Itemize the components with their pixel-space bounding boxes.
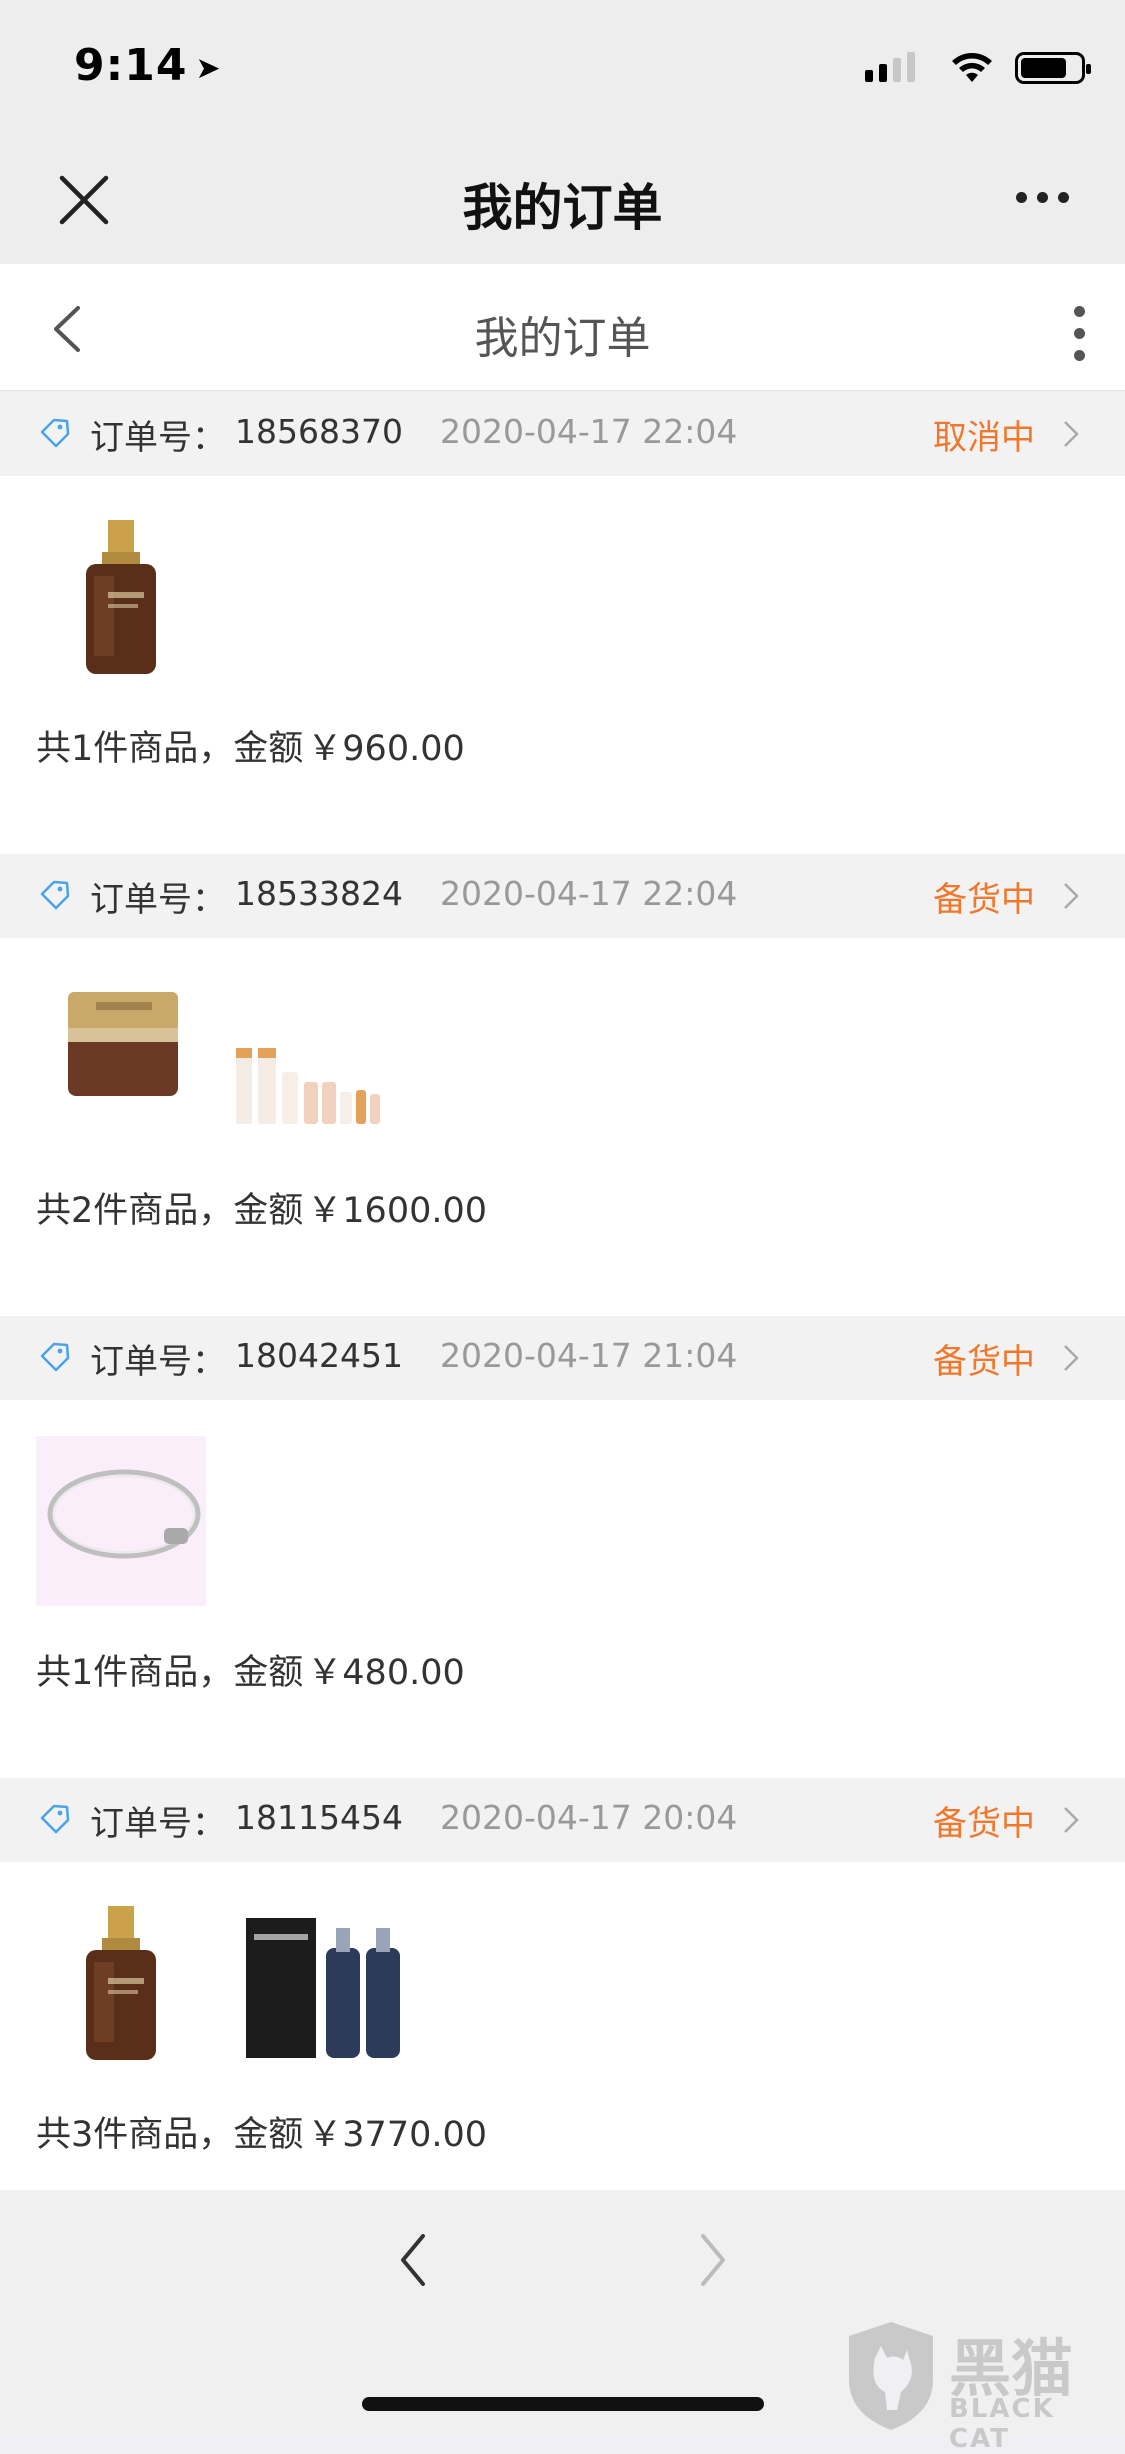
order-card[interactable]: 订单号： 18568370 2020-04-17 22:04 取消中 共1件商品… (0, 392, 1125, 854)
order-header[interactable]: 订单号： 18115454 2020-04-17 20:04 备货中 (0, 1778, 1125, 1862)
chevron-right-icon (1064, 421, 1079, 447)
order-body[interactable]: 共1件商品，金额 ￥960.00 (0, 476, 1125, 854)
order-date: 2020-04-17 22:04 (440, 412, 738, 451)
back-arrow-icon[interactable] (395, 2230, 431, 2290)
forward-arrow-icon[interactable] (695, 2230, 731, 2290)
product-thumbnails (36, 1898, 416, 2068)
home-indicator[interactable] (362, 2397, 764, 2411)
order-body[interactable]: 共2件商品，金额 ￥1600.00 (0, 938, 1125, 1316)
lancome-box-set-image[interactable] (226, 1898, 416, 2068)
vertical-more-icon[interactable] (1074, 306, 1085, 361)
chevron-right-icon (1064, 1807, 1079, 1833)
order-header[interactable]: 订单号： 18568370 2020-04-17 22:04 取消中 (0, 392, 1125, 476)
order-number-label: 订单号： (90, 1342, 226, 1382)
order-header[interactable]: 订单号： 18042451 2020-04-17 21:04 备货中 (0, 1316, 1125, 1400)
order-amount: ￥1600.00 (307, 1191, 488, 1231)
order-card[interactable]: 订单号： 18533824 2020-04-17 22:04 备货中 共2件商品… (0, 854, 1125, 1316)
order-status: 备货中 (933, 880, 1035, 920)
order-amount: ￥480.00 (307, 1653, 465, 1693)
product-thumbnails (36, 512, 206, 682)
order-body[interactable]: 共1件商品，金额 ￥480.00 (0, 1400, 1125, 1778)
order-number: 18568370 (235, 412, 403, 451)
order-card[interactable]: 订单号： 18115454 2020-04-17 20:04 备货中 共3件商品… (0, 1778, 1125, 2240)
order-status: 备货中 (933, 1342, 1035, 1382)
order-header[interactable]: 订单号： 18533824 2020-04-17 22:04 备货中 (0, 854, 1125, 938)
order-status: 取消中 (933, 418, 1035, 458)
order-date: 2020-04-17 20:04 (440, 1798, 738, 1837)
page-title: 我的订单 (474, 313, 651, 364)
tag-icon (40, 1804, 70, 1834)
silver-bracelet-image[interactable] (36, 1436, 206, 1606)
order-number: 18115454 (235, 1798, 403, 1837)
order-body[interactable]: 共3件商品，金额 ￥3770.00 (0, 1862, 1125, 2240)
skincare-set-image[interactable] (226, 974, 396, 1144)
cellular-signal-icon (865, 52, 915, 82)
wechat-title: 我的订单 (462, 179, 663, 237)
status-bar: 9:14 ➤ (0, 0, 1125, 132)
page-nav-bar: 我的订单 (0, 264, 1125, 391)
order-number: 18042451 (235, 1336, 403, 1375)
order-number: 18533824 (235, 874, 403, 913)
chevron-right-icon (1064, 1345, 1079, 1371)
watermark: 黑猫 BLACK CAT (841, 2318, 1111, 2454)
order-card[interactable]: 订单号： 18042451 2020-04-17 21:04 备货中 共1件商品… (0, 1316, 1125, 1778)
order-list: 订单号： 18568370 2020-04-17 22:04 取消中 共1件商品… (0, 392, 1125, 2240)
order-summary: 共2件商品，金额 ￥1600.00 (36, 1191, 488, 1231)
black-cat-logo-icon (849, 2322, 933, 2430)
product-thumbnails (36, 1436, 206, 1606)
serum-bottle-image[interactable] (36, 512, 206, 682)
tag-icon (40, 1342, 70, 1372)
cream-jar-image[interactable] (36, 974, 206, 1144)
order-number-label: 订单号： (90, 418, 226, 458)
wechat-title-bar: 我的订单 (0, 132, 1125, 264)
order-summary: 共1件商品，金额 ￥480.00 (36, 1653, 465, 1693)
order-date: 2020-04-17 22:04 (440, 874, 738, 913)
wifi-icon (952, 53, 992, 82)
order-amount: ￥3770.00 (307, 2115, 488, 2155)
chevron-right-icon (1064, 883, 1079, 909)
serum-bottle-image[interactable] (36, 1898, 206, 2068)
status-time: 9:14 ➤ (74, 40, 222, 91)
tag-icon (40, 418, 70, 448)
order-amount: ￥960.00 (307, 729, 465, 769)
tag-icon (40, 880, 70, 910)
order-summary: 共3件商品，金额 ￥3770.00 (36, 2115, 488, 2155)
order-summary: 共1件商品，金额 ￥960.00 (36, 729, 465, 769)
more-options-icon[interactable] (1016, 192, 1069, 203)
order-number-label: 订单号： (90, 1804, 226, 1844)
product-thumbnails (36, 974, 396, 1144)
battery-icon (1015, 52, 1091, 84)
order-number-label: 订单号： (90, 880, 226, 920)
order-date: 2020-04-17 21:04 (440, 1336, 738, 1375)
order-status: 备货中 (933, 1804, 1035, 1844)
watermark-subtext: BLACK CAT (949, 2394, 1055, 2454)
location-arrow-icon: ➤ (195, 50, 222, 86)
